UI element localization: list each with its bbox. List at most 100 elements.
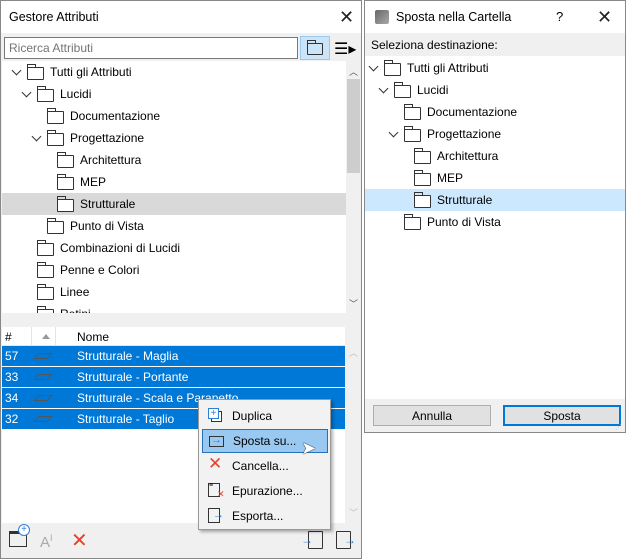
column-number[interactable]: # bbox=[5, 330, 12, 344]
tree-item-label: Combinazioni di Lucidi bbox=[60, 241, 181, 255]
tree-item[interactable]: Lucidi bbox=[2, 83, 346, 105]
folder-icon bbox=[414, 192, 431, 208]
layers-folder-icon bbox=[37, 86, 54, 102]
tree-item-label: Architettura bbox=[437, 149, 499, 163]
layer-combinations-folder-icon bbox=[37, 240, 54, 256]
table-row[interactable]: 57 Strutturale - Maglia bbox=[2, 346, 345, 366]
tree-item-label: Linee bbox=[60, 285, 90, 299]
tree-item-label: MEP bbox=[80, 175, 107, 189]
tree-item-label: Progettazione bbox=[70, 131, 145, 145]
row-number: 57 bbox=[5, 349, 19, 363]
tree-item[interactable]: Combinazioni di Lucidi bbox=[2, 237, 346, 259]
tree-item-label: Tutti gli Attributi bbox=[407, 61, 489, 75]
add-icon: + bbox=[18, 524, 30, 536]
folder-icon bbox=[57, 196, 74, 212]
fills-folder-icon bbox=[37, 306, 54, 313]
folder-icon bbox=[414, 148, 431, 164]
chevron-down-icon[interactable] bbox=[368, 61, 379, 72]
menu-item[interactable]: + Duplica bbox=[202, 404, 328, 428]
purge-icon: ≡ ✕ bbox=[208, 482, 225, 499]
tree-item[interactable]: Strutturale bbox=[2, 193, 346, 215]
tree-item[interactable]: Progettazione bbox=[2, 127, 346, 149]
tree-item[interactable]: Linee bbox=[2, 281, 346, 303]
resize-grip[interactable]: ⋰ bbox=[615, 423, 622, 431]
table-scrollbar[interactable]: ︿ ﹀ bbox=[346, 346, 361, 523]
app-logo-icon bbox=[375, 10, 389, 24]
destination-prompt: Seleziona destinazione: bbox=[371, 38, 498, 52]
column-name[interactable]: Nome bbox=[77, 330, 109, 344]
duplicate-icon: + bbox=[208, 408, 223, 423]
row-name: Strutturale - Portante bbox=[77, 370, 189, 384]
row-number: 34 bbox=[5, 391, 19, 405]
tree-item[interactable]: Progettazione bbox=[365, 123, 625, 145]
tree-item[interactable]: Tutti gli Attributi bbox=[2, 61, 346, 83]
tree-item[interactable]: Architettura bbox=[2, 149, 346, 171]
destination-folder-tree: Tutti gli Attributi Lucidi Documentazione P… bbox=[365, 56, 625, 399]
menu-item-label: Sposta su... bbox=[233, 434, 297, 448]
list-menu-icon[interactable]: ☰▸ bbox=[334, 39, 356, 59]
folder-view-toggle[interactable] bbox=[300, 36, 330, 60]
tree-item[interactable]: Tutti gli Attributi bbox=[365, 57, 625, 79]
tree-item-label: Tutti gli Attributi bbox=[50, 65, 132, 79]
tree-item[interactable]: Architettura bbox=[365, 145, 625, 167]
delete-button[interactable]: ✕ bbox=[71, 528, 88, 553]
tree-item[interactable]: MEP bbox=[365, 167, 625, 189]
folder-icon bbox=[47, 108, 64, 124]
menu-item-label: Epurazione... bbox=[232, 484, 303, 498]
tree-item[interactable]: Punto di Vista bbox=[2, 215, 346, 237]
folder-icon bbox=[47, 130, 64, 146]
tree-item[interactable]: MEP bbox=[2, 171, 346, 193]
tree-scrollbar[interactable]: ︿ ﹀ bbox=[346, 61, 361, 313]
sort-ascending-icon[interactable] bbox=[42, 334, 50, 339]
tree-item-label: Retini bbox=[60, 307, 91, 313]
close-icon[interactable]: ✕ bbox=[597, 7, 612, 28]
chevron-down-icon[interactable] bbox=[31, 131, 42, 142]
pens-folder-icon bbox=[37, 262, 54, 278]
chevron-down-icon[interactable] bbox=[11, 65, 22, 76]
scrollbar-thumb[interactable] bbox=[347, 79, 360, 173]
tree-item[interactable]: Retini bbox=[2, 303, 346, 313]
rename-button[interactable]: AI bbox=[40, 533, 53, 551]
layer-icon bbox=[33, 374, 53, 380]
row-number: 33 bbox=[5, 370, 19, 384]
tree-item-label: Architettura bbox=[80, 153, 142, 167]
menu-item[interactable]: → Esporta... bbox=[202, 504, 328, 528]
tree-item[interactable]: Strutturale bbox=[365, 189, 625, 211]
context-menu: + Duplica → Sposta su... ✕ Cancella... ≡ ✕ Epura… bbox=[198, 399, 331, 530]
move-to-folder-icon: → bbox=[209, 434, 224, 447]
tree-item-label: Lucidi bbox=[60, 87, 92, 101]
tree-item-label: Progettazione bbox=[427, 127, 502, 141]
folder-icon bbox=[47, 218, 64, 234]
layer-icon bbox=[33, 353, 53, 359]
dialog-title: Sposta nella Cartella bbox=[396, 10, 512, 24]
layer-icon bbox=[33, 395, 53, 401]
search-input[interactable] bbox=[4, 37, 298, 59]
tree-item[interactable]: Documentazione bbox=[365, 101, 625, 123]
tree-item-label: MEP bbox=[437, 171, 464, 185]
tree-item[interactable]: Lucidi bbox=[365, 79, 625, 101]
menu-item-label: Cancella... bbox=[232, 459, 289, 473]
chevron-down-icon[interactable] bbox=[21, 87, 32, 98]
import-button[interactable]: → bbox=[301, 531, 323, 549]
folder-icon bbox=[404, 104, 421, 120]
attributes-folder-icon bbox=[27, 64, 44, 80]
export-button[interactable]: → bbox=[336, 531, 356, 549]
chevron-down-icon[interactable] bbox=[378, 83, 389, 94]
close-icon[interactable]: ✕ bbox=[339, 7, 354, 28]
tree-item-label: Penne e Colori bbox=[60, 263, 140, 277]
new-folder-button[interactable]: + bbox=[9, 524, 30, 547]
tree-item-label: Punto di Vista bbox=[70, 219, 144, 233]
lines-folder-icon bbox=[37, 284, 54, 300]
chevron-down-icon[interactable] bbox=[388, 127, 399, 138]
cancel-button[interactable]: Annulla bbox=[373, 405, 491, 426]
tree-item[interactable]: Penne e Colori bbox=[2, 259, 346, 281]
tree-item[interactable]: Documentazione bbox=[2, 105, 346, 127]
attribute-manager-panel: Gestore Attributi ✕ ☰▸ Tutti gli Attribu… bbox=[0, 0, 362, 559]
folder-icon bbox=[384, 60, 401, 76]
help-button[interactable]: ? bbox=[556, 9, 563, 24]
move-button[interactable]: Sposta bbox=[503, 405, 621, 426]
row-name: Strutturale - Taglio bbox=[77, 412, 175, 426]
menu-item[interactable]: ≡ ✕ Epurazione... bbox=[202, 479, 328, 503]
tree-item[interactable]: Punto di Vista bbox=[365, 211, 625, 233]
table-row[interactable]: 33 Strutturale - Portante bbox=[2, 367, 345, 387]
